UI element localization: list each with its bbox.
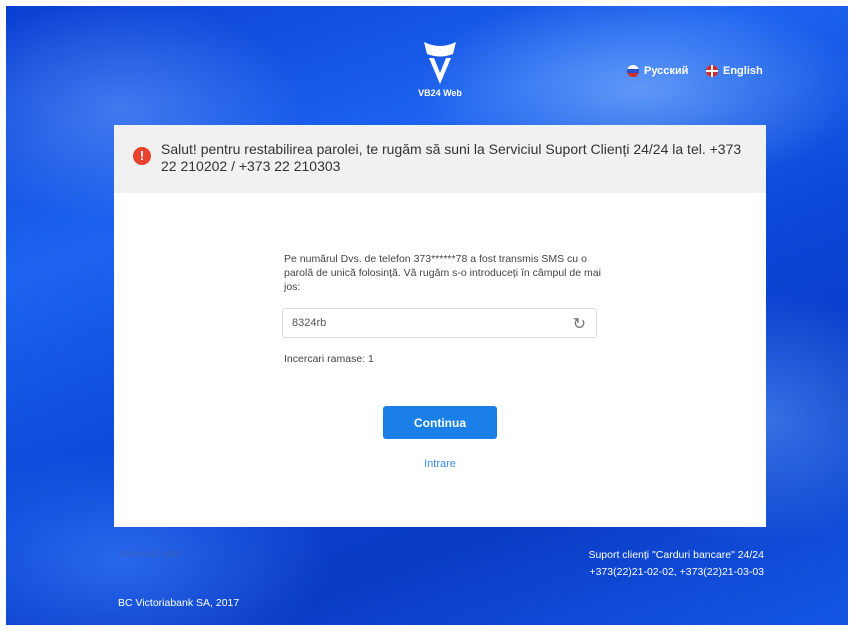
- continue-button[interactable]: Continua: [383, 406, 497, 439]
- attempts-remaining: Incercari ramase: 1: [284, 353, 374, 365]
- login-link[interactable]: Intrare: [114, 458, 766, 470]
- otp-field: ↻: [282, 308, 597, 338]
- alert-banner: ! Salut! pentru restabilirea parolei, te…: [114, 125, 766, 193]
- useful-info-link[interactable]: Informatii utile: [118, 549, 180, 560]
- otp-input[interactable]: [283, 309, 553, 337]
- exclamation-icon: !: [133, 147, 151, 165]
- ru-flag-icon: [627, 65, 639, 77]
- support-title: Suport clienți "Carduri bancare" 24/24: [588, 549, 764, 561]
- support-phones: +373(22)21-02-02, +373(22)21-03-03: [589, 566, 764, 578]
- language-russian-label: Русский: [644, 65, 689, 77]
- vb-logo-icon: [424, 42, 456, 84]
- sms-info-text: Pe numărul Dvs. de telefon 373******78 a…: [284, 253, 601, 293]
- brand-name: VB24 Web: [418, 88, 462, 98]
- password-recovery-card: ! Salut! pentru restabilirea parolei, te…: [114, 125, 766, 527]
- language-english-label: English: [723, 65, 763, 77]
- uk-flag-icon: [706, 65, 718, 77]
- copyright: BC Victoriabank SA, 2017: [118, 597, 240, 609]
- brand-logo[interactable]: VB24 Web: [412, 40, 468, 104]
- alert-message: Salut! pentru restabilirea parolei, te r…: [161, 141, 742, 174]
- language-russian[interactable]: Русский: [627, 65, 688, 77]
- language-english[interactable]: English: [706, 65, 763, 77]
- refresh-icon[interactable]: ↻: [573, 314, 586, 334]
